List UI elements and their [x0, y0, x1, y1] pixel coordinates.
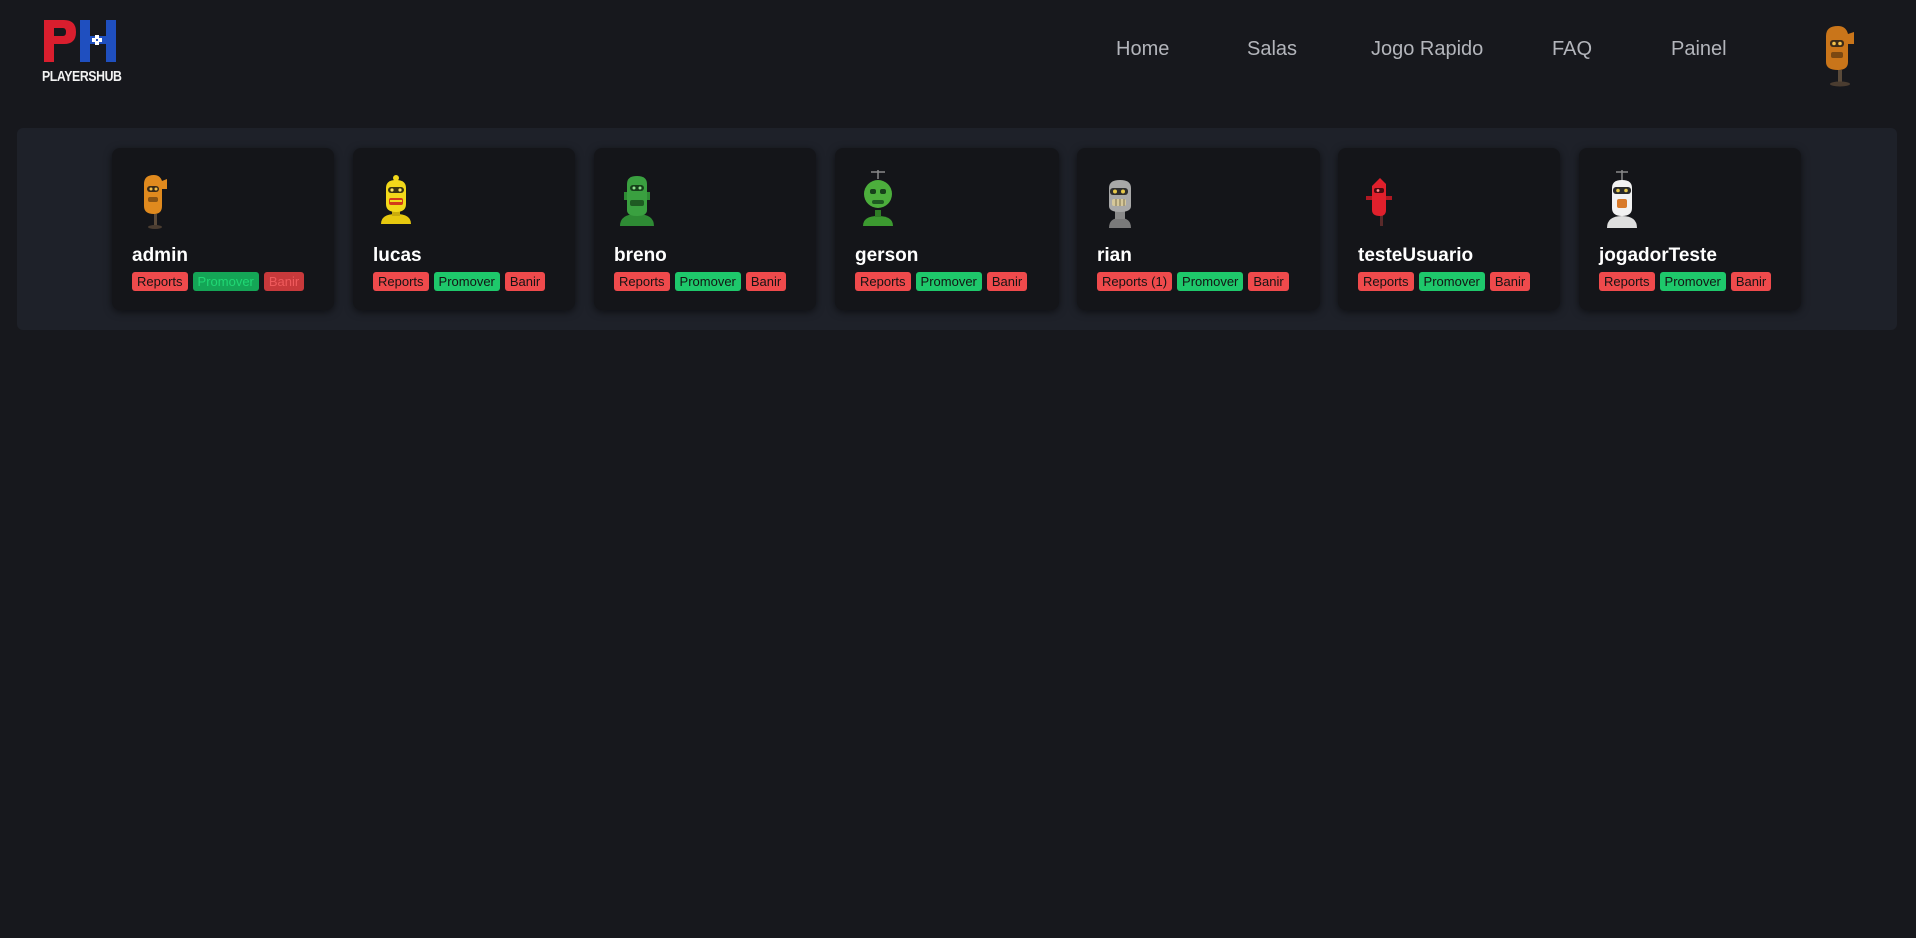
user-card-breno: breno Reports Promover Banir	[594, 148, 816, 310]
user-name: admin	[132, 245, 188, 266]
ban-button: Banir	[263, 272, 305, 291]
user-avatar-icon[interactable]	[1816, 22, 1864, 88]
logo-text: PLAYERSHUB	[42, 68, 122, 85]
nav-link-salas[interactable]: Salas	[1247, 38, 1297, 61]
user-actions: Reports Promover Banir	[1358, 272, 1531, 291]
promote-button[interactable]: Promover	[915, 272, 982, 291]
user-name: jogadorTeste	[1599, 245, 1717, 266]
nav-link-jogo-rapido[interactable]: Jogo Rapido	[1371, 38, 1483, 61]
user-actions: Reports Promover Banir	[855, 272, 1028, 291]
reports-button[interactable]: Reports	[373, 272, 429, 291]
user-card-gerson: gerson Reports Promover Banir	[835, 148, 1059, 310]
robot-avatar-orange-icon	[130, 170, 180, 232]
ban-button[interactable]: Banir	[1489, 272, 1531, 291]
nav-link-painel[interactable]: Painel	[1671, 38, 1727, 61]
ban-button[interactable]: Banir	[1730, 272, 1772, 291]
nav-link-faq[interactable]: FAQ	[1552, 38, 1592, 61]
reports-button[interactable]: Reports	[132, 272, 188, 291]
user-actions: Reports Promover Banir	[373, 272, 546, 291]
logo-mark-icon	[44, 20, 116, 62]
robot-avatar-green-antenna-icon	[853, 170, 903, 232]
ban-button[interactable]: Banir	[504, 272, 546, 291]
user-name: testeUsuario	[1358, 245, 1474, 266]
user-name: lucas	[373, 245, 422, 266]
ban-button[interactable]: Banir	[986, 272, 1028, 291]
reports-button[interactable]: Reports	[614, 272, 670, 291]
promote-button: Promover	[192, 272, 259, 291]
robot-avatar-red-icon	[1356, 170, 1406, 232]
user-card-admin: admin Reports Promover Banir	[112, 148, 334, 310]
user-actions: Reports Promover Banir	[1599, 272, 1772, 291]
user-card-lucas: lucas Reports Promover Banir	[353, 148, 575, 310]
promote-button[interactable]: Promover	[1418, 272, 1485, 291]
user-name: breno	[614, 245, 667, 266]
user-actions: Reports Promover Banir	[614, 272, 787, 291]
robot-avatar-gray-icon	[1095, 170, 1145, 232]
playershub-logo[interactable]: PLAYERSHUB	[42, 18, 122, 88]
promote-button[interactable]: Promover	[433, 272, 500, 291]
user-card-rian: rian Reports (1) Promover Banir	[1077, 148, 1320, 310]
promote-button[interactable]: Promover	[1177, 272, 1244, 291]
promote-button[interactable]: Promover	[674, 272, 741, 291]
user-card-testeusuario: testeUsuario Reports Promover Banir	[1338, 148, 1560, 310]
reports-button[interactable]: Reports (1)	[1097, 272, 1173, 291]
user-name: gerson	[855, 245, 919, 266]
ban-button[interactable]: Banir	[1248, 272, 1289, 291]
reports-button[interactable]: Reports	[1599, 272, 1655, 291]
user-actions: Reports Promover Banir	[132, 272, 305, 291]
ban-button[interactable]: Banir	[745, 272, 787, 291]
reports-button[interactable]: Reports	[855, 272, 911, 291]
robot-avatar-yellow-icon	[371, 170, 421, 232]
nav-link-home[interactable]: Home	[1116, 38, 1169, 61]
promote-button[interactable]: Promover	[1659, 272, 1726, 291]
user-name: rian	[1097, 245, 1132, 266]
user-actions: Reports (1) Promover Banir	[1097, 272, 1289, 291]
reports-button[interactable]: Reports	[1358, 272, 1414, 291]
user-card-jogadorteste: jogadorTeste Reports Promover Banir	[1579, 148, 1801, 310]
robot-avatar-green-icon	[612, 170, 662, 232]
robot-avatar-white-icon	[1597, 170, 1647, 232]
navbar: PLAYERSHUB Home Salas Jogo Rapido FAQ Pa…	[0, 0, 1916, 108]
